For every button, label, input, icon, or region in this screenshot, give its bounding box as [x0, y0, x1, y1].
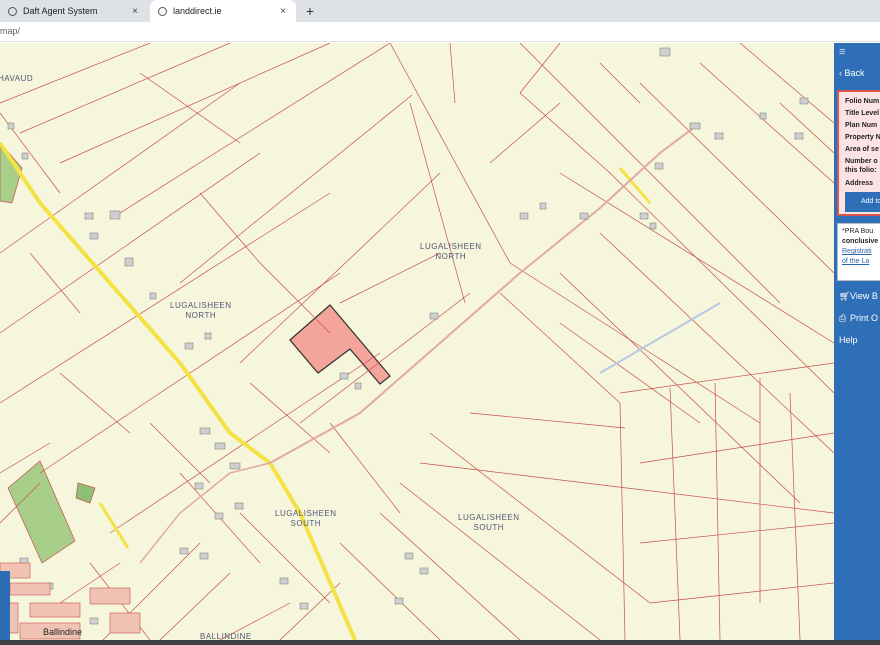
help-label: Help [839, 335, 858, 345]
cadastral-map[interactable] [0, 43, 834, 640]
tab-landdirect[interactable]: landdirect.ie × [150, 0, 296, 22]
townland-label: LUGALISHEEN SOUTH [458, 513, 520, 532]
pra-text: *PRA Bou [842, 228, 874, 235]
land-link[interactable]: of the La [842, 257, 880, 267]
place-name-ballindine: Ballindine [43, 627, 83, 637]
registration-link[interactable]: Registrati [842, 247, 880, 257]
help-link[interactable]: Help [839, 335, 858, 345]
close-tab-icon[interactable]: × [130, 6, 140, 17]
townland-label: BALLINDINE [200, 632, 252, 640]
townland-label: HAVAUD [0, 74, 34, 83]
minor-road [269, 122, 701, 464]
address-label: Address [845, 180, 874, 187]
pra-bold-text: conclusive [842, 238, 879, 245]
tab-daft-agent-system[interactable]: Daft Agent System × [0, 0, 148, 22]
townland-label: LUGALISHEEN NORTH [420, 242, 482, 261]
stream [599, 302, 721, 374]
print-icon: ⎙ [839, 313, 847, 323]
tab-label: landdirect.ie [173, 6, 222, 16]
print-link[interactable]: ⎙ Print O [839, 313, 878, 324]
cart-icon: 🛒︎ [839, 291, 851, 301]
folio-number-label: Folio Num [845, 98, 880, 105]
back-button[interactable]: ‹ Back [839, 68, 865, 78]
title-level-label: Title Level [845, 110, 880, 117]
view-basket-link[interactable]: 🛒︎View B [839, 291, 878, 302]
tab-label: Daft Agent System [23, 6, 98, 16]
this-folio-label: this folio: [845, 167, 877, 174]
townland-label: LUGALISHEEN SOUTH [275, 509, 337, 528]
close-tab-icon[interactable]: × [278, 6, 288, 17]
browser-tab-bar: Daft Agent System × landdirect.ie × + [0, 0, 880, 22]
daft-favicon-icon [8, 6, 17, 16]
back-label: Back [844, 68, 865, 78]
side-panel: ≡ ‹ Back Folio Num Title Level Plan Num … [834, 43, 880, 640]
add-to-button[interactable]: Add to [845, 192, 880, 212]
side-road [98, 502, 130, 549]
chevron-left-icon: ‹ [839, 68, 842, 78]
plan-number-label: Plan Num [845, 122, 878, 129]
buildings [7, 47, 809, 625]
folio-info-card: Folio Num Title Level Plan Num Property … [837, 90, 880, 216]
green-field [7, 460, 76, 564]
url-text: map/ [0, 26, 21, 36]
parcel-boundaries [0, 43, 834, 640]
number-label: Number o [845, 158, 878, 165]
hamburger-menu-icon[interactable]: ≡ [839, 46, 845, 58]
map-canvas[interactable]: HAVAUD LUGALISHEEN NORTH LUGALISHEEN NORTH… [0, 43, 834, 640]
property-label: Property N [845, 134, 880, 141]
area-label: Area of se [845, 146, 879, 153]
selected-parcel[interactable] [289, 304, 391, 385]
pra-notice: *PRA Bou conclusive Registrati of the La [837, 223, 880, 281]
address-bar[interactable]: map/ [0, 22, 880, 42]
green-field [75, 482, 96, 504]
globe-favicon-icon [158, 6, 167, 16]
townland-label: LUGALISHEEN NORTH [170, 301, 232, 320]
new-tab-button[interactable]: + [302, 3, 318, 19]
print-label: Print O [850, 313, 879, 323]
view-basket-label: View B [850, 291, 878, 301]
taskbar-strip [0, 640, 880, 645]
map-control-button[interactable] [0, 571, 10, 640]
